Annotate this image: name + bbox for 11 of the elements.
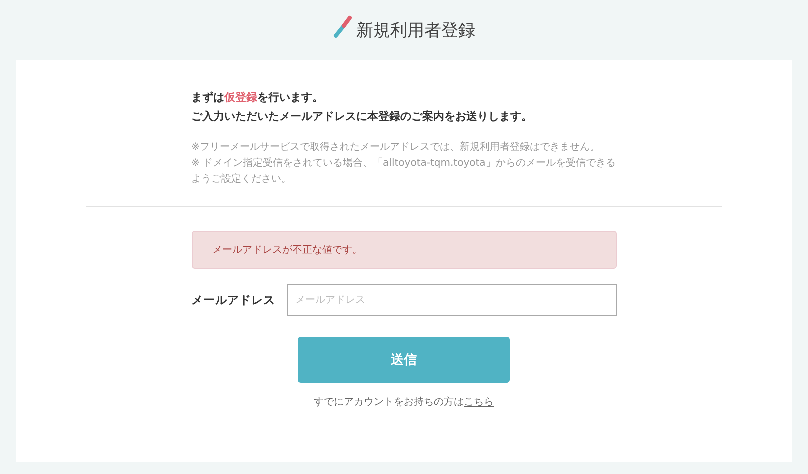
login-prompt: すでにアカウントをお持ちの方は — [314, 397, 464, 408]
slash-icon — [332, 15, 352, 39]
intro-text: まずは仮登録を行います。 — [192, 90, 324, 106]
field-label: メールアドレス — [192, 292, 276, 308]
login-link[interactable]: こちら — [464, 397, 494, 408]
error-message: メールアドレスが不正な値です。 — [192, 231, 616, 269]
email-field[interactable]: メールアドレス — [286, 284, 616, 316]
note-text: ※ ドメイン指定受信をされている場合、「alltoyota-tqm.toyota」からのメールを受信できるようご設定ください。 — [192, 156, 616, 187]
note-text: ※フリーメールサービスで取得されたメールアドレスでは、新規利用者登録はできません。 — [192, 140, 601, 155]
intro-text: ご入力いただいたメールアドレスに本登録のご案内をお送りします。 — [192, 109, 534, 125]
page-title: 新規利用者登録 — [356, 20, 476, 42]
